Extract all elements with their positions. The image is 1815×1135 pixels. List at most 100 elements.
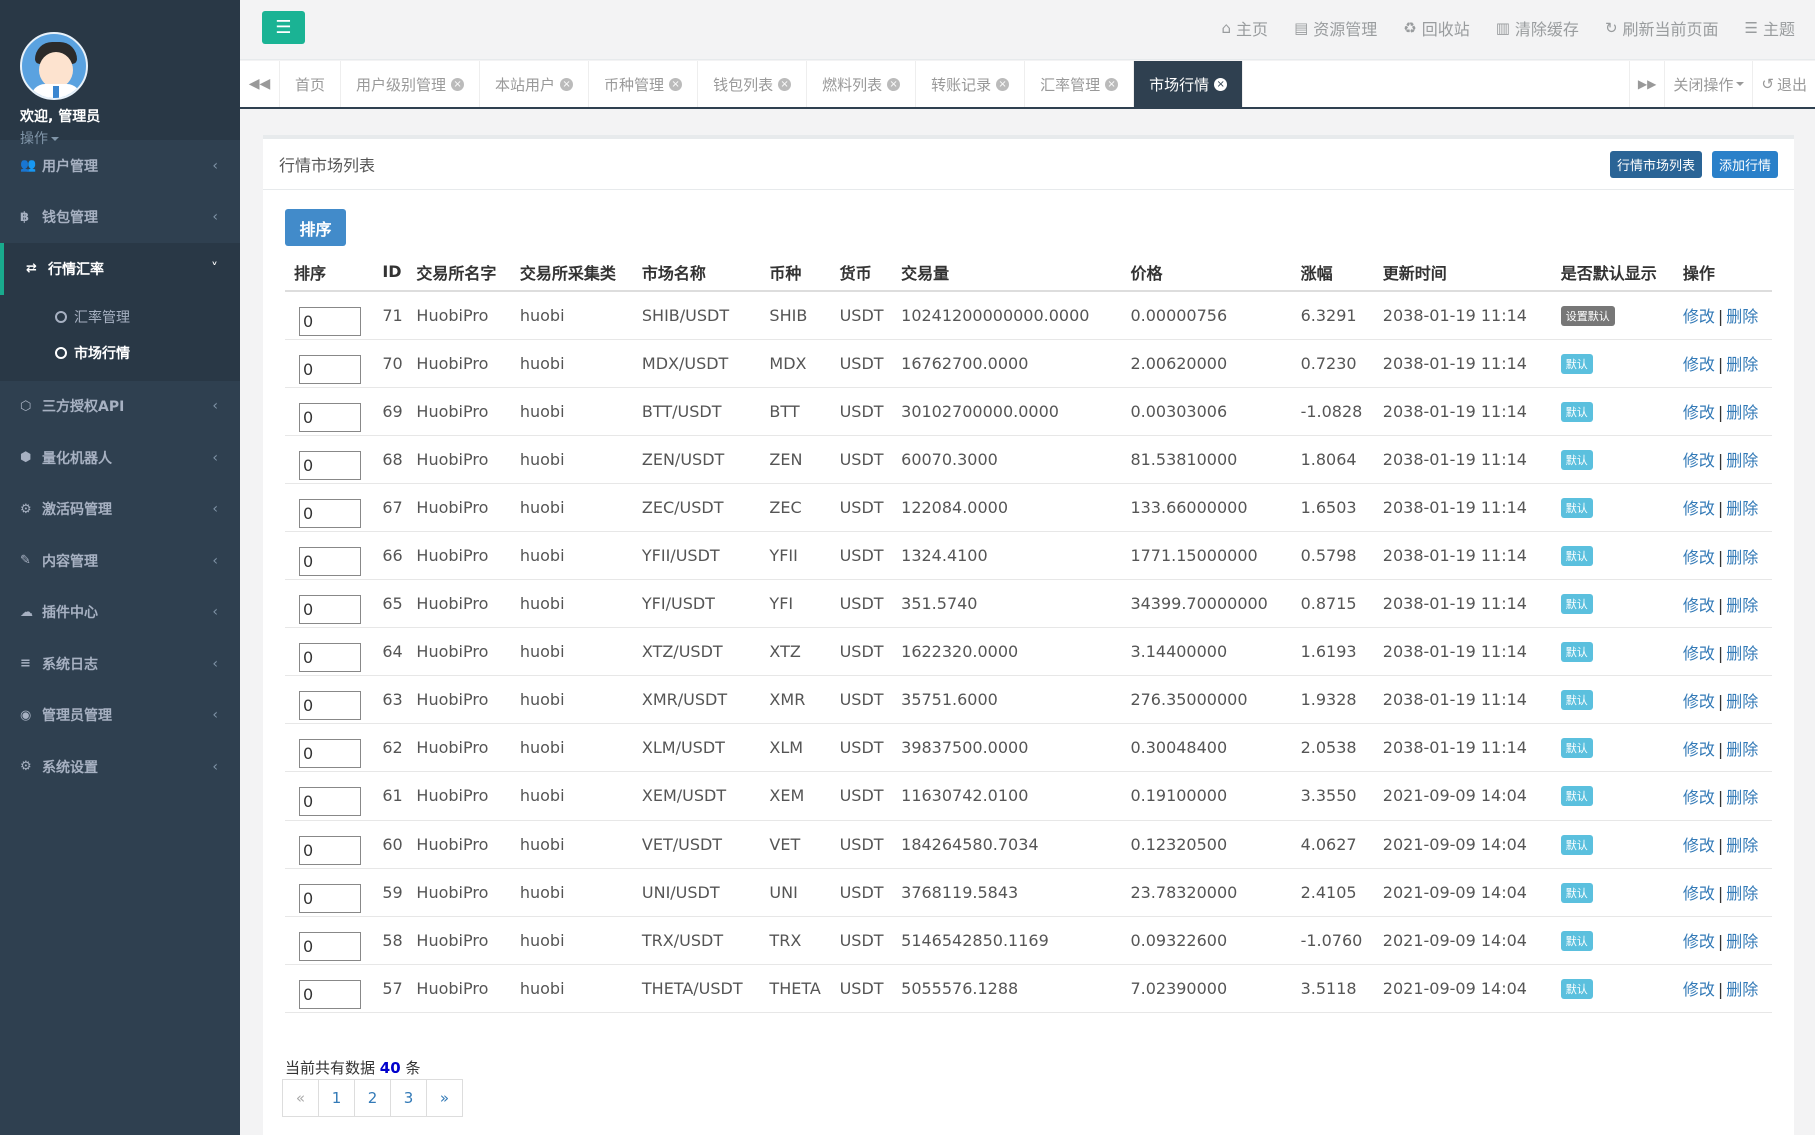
sort-order-input[interactable] [299, 595, 361, 625]
sort-order-input[interactable] [299, 547, 361, 577]
sort-button[interactable]: 排序 [285, 209, 346, 246]
top-link-4[interactable]: ↻ 刷新当前页面 [1605, 16, 1719, 40]
sort-order-input[interactable] [299, 835, 361, 865]
delete-link[interactable]: 删除 [1726, 884, 1758, 903]
sort-order-input[interactable] [299, 883, 361, 913]
page-2[interactable]: 2 [354, 1079, 391, 1117]
edit-link[interactable]: 修改 [1683, 451, 1715, 470]
edit-link[interactable]: 修改 [1683, 355, 1715, 374]
close-icon[interactable]: × [669, 77, 683, 91]
close-icon[interactable]: × [887, 77, 901, 91]
edit-link[interactable]: 修改 [1683, 788, 1715, 807]
sort-order-input[interactable] [299, 450, 361, 480]
close-icon[interactable]: × [451, 77, 465, 91]
edit-link[interactable]: 修改 [1683, 403, 1715, 422]
page-4[interactable]: » [426, 1079, 463, 1117]
delete-link[interactable]: 删除 [1726, 451, 1758, 470]
edit-link[interactable]: 修改 [1683, 307, 1715, 326]
sidebar-item-6[interactable]: ✎ 内容管理 ‹ [0, 535, 240, 587]
sidebar-subitem-0[interactable]: 汇率管理 [0, 299, 240, 335]
set-default-button[interactable]: 设置默认 [1560, 305, 1615, 326]
tabs-scroll-left-button[interactable]: ◀◀ [240, 61, 280, 107]
sort-order-input[interactable] [299, 498, 361, 528]
tab-8[interactable]: 市场行情 × [1134, 61, 1244, 107]
tabs-scroll-right-button[interactable]: ▶▶ [1628, 61, 1664, 107]
delete-link[interactable]: 删除 [1726, 692, 1758, 711]
delete-link[interactable]: 删除 [1726, 403, 1758, 422]
close-icon[interactable]: × [1105, 77, 1119, 91]
avatar[interactable] [20, 32, 88, 100]
tab-6[interactable]: 转账记录 × [916, 61, 1026, 107]
top-link-0[interactable]: ⌂ 主页 [1222, 16, 1269, 40]
top-link-3[interactable]: ▥ 清除缓存 [1496, 16, 1579, 40]
sort-order-input[interactable] [299, 306, 361, 336]
sidebar-item-5[interactable]: ⚙ 激活码管理 ‹ [0, 484, 240, 536]
edit-link[interactable]: 修改 [1683, 836, 1715, 855]
cell-change: 0.8715 [1291, 579, 1374, 629]
sort-order-input[interactable] [299, 402, 361, 432]
delete-link[interactable]: 删除 [1726, 980, 1758, 999]
sidebar-item-10[interactable]: ⚙ 系统设置 ‹ [0, 741, 240, 793]
tab-3[interactable]: 币种管理 × [589, 61, 699, 107]
tabs-right-controls: ▶▶ 关闭操作 ↺ 退出 [1628, 61, 1815, 107]
sort-order-input[interactable] [299, 643, 361, 673]
tab-7[interactable]: 汇率管理 × [1025, 61, 1135, 107]
delete-link[interactable]: 删除 [1726, 644, 1758, 663]
delete-link[interactable]: 删除 [1726, 548, 1758, 567]
edit-link[interactable]: 修改 [1683, 980, 1715, 999]
menu-toggle-button[interactable]: ☰ [262, 11, 305, 44]
close-icon[interactable]: × [996, 77, 1010, 91]
logout-button[interactable]: ↺ 退出 [1752, 61, 1815, 107]
edit-link[interactable]: 修改 [1683, 548, 1715, 567]
close-operations-dropdown[interactable]: 关闭操作 [1664, 61, 1752, 107]
tab-2[interactable]: 本站用户 × [480, 61, 590, 107]
delete-link[interactable]: 删除 [1726, 932, 1758, 951]
sidebar-item-3[interactable]: ⬡ 三方授权API ‹ [0, 381, 240, 433]
delete-link[interactable]: 删除 [1726, 740, 1758, 759]
page-3[interactable]: 3 [390, 1079, 427, 1117]
separator: | [1717, 355, 1724, 375]
sidebar-item-0[interactable]: 👥 用户管理 ‹ [0, 140, 240, 192]
delete-link[interactable]: 删除 [1726, 788, 1758, 807]
sort-order-input[interactable] [299, 979, 361, 1009]
sort-order-input[interactable] [299, 931, 361, 961]
top-link-5[interactable]: ☰ 主题 [1745, 16, 1795, 40]
cell-actions: 修改 | 删除 [1673, 339, 1772, 388]
delete-link[interactable]: 删除 [1726, 307, 1758, 326]
sidebar-item-8[interactable]: ≡ 系统日志 ‹ [0, 638, 240, 690]
sidebar-item-4[interactable]: ⬢ 量化机器人 ‹ [0, 432, 240, 484]
sort-order-input[interactable] [299, 739, 361, 769]
edit-link[interactable]: 修改 [1683, 596, 1715, 615]
delete-link[interactable]: 删除 [1726, 355, 1758, 374]
edit-link[interactable]: 修改 [1683, 692, 1715, 711]
tab-1[interactable]: 用户级别管理 × [341, 61, 481, 107]
sort-order-input[interactable] [299, 354, 361, 384]
sidebar-item-1[interactable]: ฿ 钱包管理 ‹ [0, 192, 240, 244]
close-icon[interactable]: × [1214, 77, 1228, 91]
delete-link[interactable]: 删除 [1726, 499, 1758, 518]
delete-link[interactable]: 删除 [1726, 836, 1758, 855]
edit-link[interactable]: 修改 [1683, 740, 1715, 759]
edit-link[interactable]: 修改 [1683, 499, 1715, 518]
market-list-button[interactable]: 行情市场列表 [1609, 150, 1702, 178]
cell-updated: 2038-01-19 11:14 [1373, 435, 1552, 484]
sidebar-subitem-1[interactable]: 市场行情 [0, 335, 240, 371]
sort-order-input[interactable] [299, 691, 361, 721]
edit-link[interactable]: 修改 [1683, 884, 1715, 903]
sidebar-item-7[interactable]: ☁ 插件中心 ‹ [0, 587, 240, 639]
sort-order-input[interactable] [299, 787, 361, 817]
delete-link[interactable]: 删除 [1726, 596, 1758, 615]
edit-link[interactable]: 修改 [1683, 932, 1715, 951]
top-link-2[interactable]: ♻ 回收站 [1403, 16, 1469, 40]
page-1[interactable]: 1 [318, 1079, 355, 1117]
edit-link[interactable]: 修改 [1683, 644, 1715, 663]
tab-4[interactable]: 钱包列表 × [698, 61, 808, 107]
sidebar-item-9[interactable]: ◉ 管理员管理 ‹ [0, 690, 240, 742]
close-icon[interactable]: × [560, 77, 574, 91]
close-icon[interactable]: × [778, 77, 792, 91]
tab-0[interactable]: 首页 [280, 61, 342, 107]
top-link-1[interactable]: ▤ 资源管理 [1294, 16, 1377, 40]
tab-5[interactable]: 燃料列表 × [807, 61, 917, 107]
sidebar-item-2[interactable]: ⇄ 行情汇率 ˅ [0, 243, 240, 295]
add-market-button[interactable]: 添加行情 [1711, 150, 1778, 178]
